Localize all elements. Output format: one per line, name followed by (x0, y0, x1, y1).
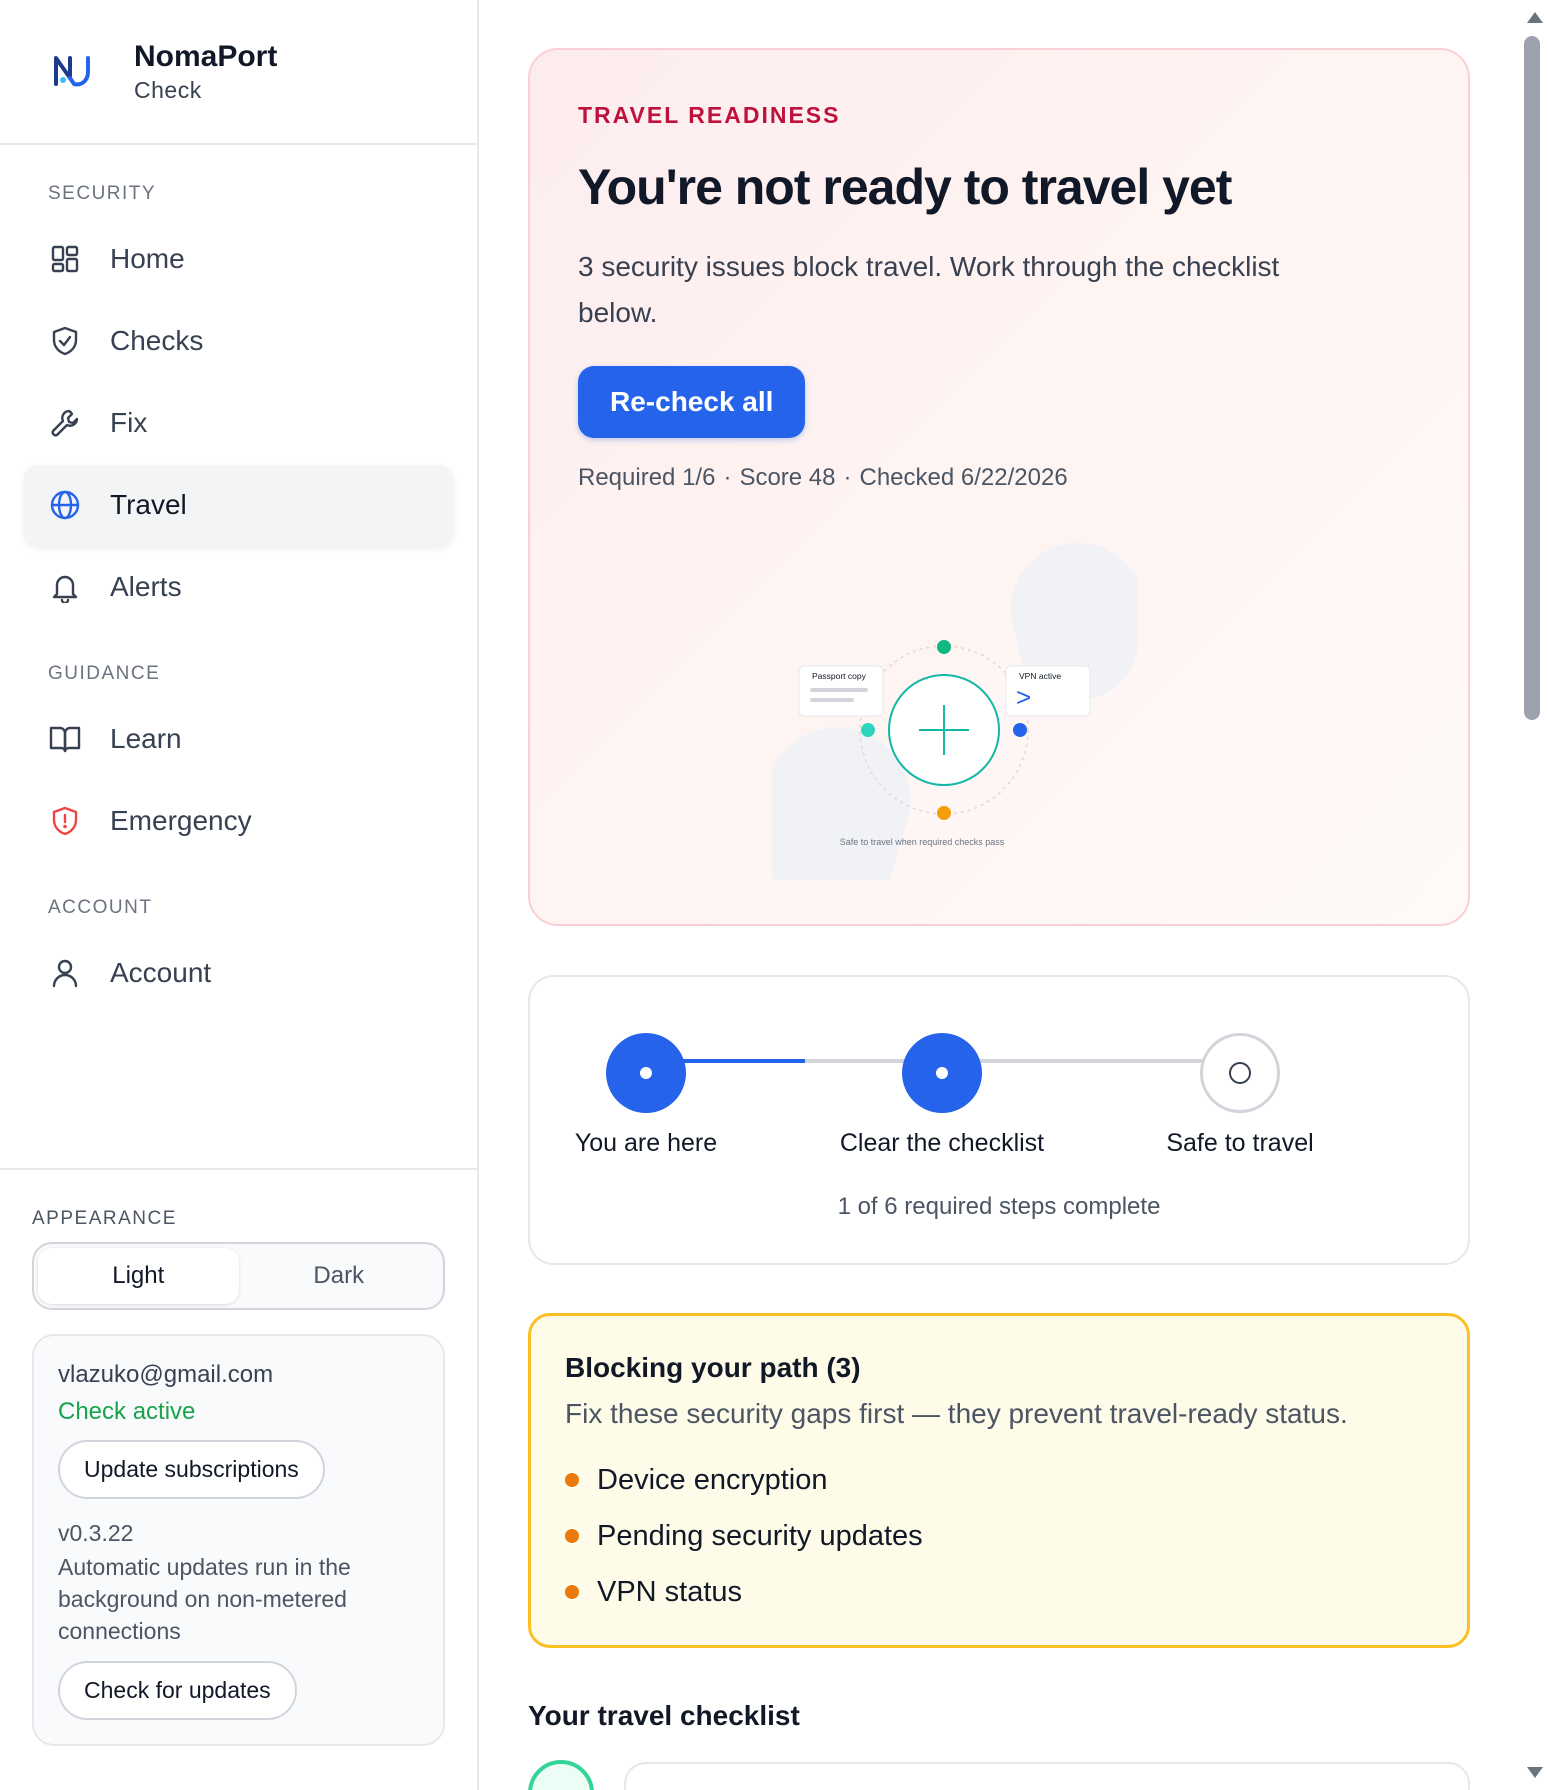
step-label: Clear the checklist (839, 1129, 1045, 1157)
sidebar-item-label: Emergency (110, 805, 252, 836)
theme-toggle: Light Dark (32, 1242, 445, 1310)
sidebar-item-label: Fix (110, 407, 148, 438)
travel-illustration: Passport copy VPN active > Safe to trave… (772, 542, 1138, 880)
nav-section-security: SECURITY (48, 183, 157, 204)
theme-light-option[interactable]: Light (38, 1248, 239, 1304)
list-item: VPN status (565, 1564, 1433, 1620)
sidebar-item-label: Learn (110, 723, 182, 754)
step-safe-to-travel (1200, 1033, 1280, 1113)
progress-fill (670, 1059, 805, 1063)
check-for-updates-button[interactable]: Check for updates (58, 1661, 297, 1720)
nomaport-logo-icon (54, 55, 90, 86)
blocking-description: Fix these security gaps first — they pre… (565, 1398, 1348, 1429)
list-item: Device encryption (565, 1452, 1433, 1508)
hero-meta: Required 1/6 · Score 48 · Checked 6/22/2… (578, 464, 1068, 492)
progress-track-2 (968, 1059, 1208, 1063)
step-label: Safe to travel (1166, 1129, 1314, 1157)
brand-name: NomaPort (134, 39, 278, 73)
bullet-dot-icon (565, 1529, 579, 1543)
page-title: You're not ready to travel yet (578, 159, 1232, 215)
score-value: Score 48 (739, 464, 836, 491)
sidebar-item-label: Alerts (110, 571, 182, 602)
account-email: vlazuko@gmail.com (58, 1361, 274, 1388)
hero-kicker: TRAVEL READINESS (578, 102, 841, 128)
sidebar-item-home[interactable]: Home (24, 219, 453, 299)
vpn-card-label: VPN active (1019, 671, 1061, 681)
step-clear-checklist (902, 1033, 982, 1113)
sidebar-nav: SECURITY Home Checks Fix Travel Alerts G… (0, 145, 477, 1013)
blocking-item-label: Pending security updates (597, 1519, 923, 1552)
sidebar-item-learn[interactable]: Learn (24, 699, 453, 779)
scroll-down-arrow-icon[interactable] (1527, 1767, 1543, 1778)
sidebar-item-alerts[interactable]: Alerts (24, 547, 453, 627)
step-label: You are here (574, 1129, 718, 1157)
update-subscriptions-button[interactable]: Update subscriptions (58, 1440, 325, 1499)
checklist-heading: Your travel checklist (528, 1700, 800, 1731)
bullet-dot-icon (565, 1473, 579, 1487)
meta-separator: · (723, 464, 732, 491)
nav-section-guidance: GUIDANCE (48, 663, 161, 684)
vpn-chevron-icon: > (1016, 682, 1031, 712)
step-you-are-here (606, 1033, 686, 1113)
bullet-dot-icon (565, 1585, 579, 1599)
vertical-scrollbar[interactable] (1519, 0, 1548, 1790)
book-open-icon (48, 722, 82, 756)
list-item: Pending security updates (565, 1508, 1433, 1564)
hero-description: 3 security issues block travel. Work thr… (578, 251, 1280, 328)
sidebar-item-account[interactable]: Account (24, 933, 453, 1013)
last-checked: Checked 6/22/2026 (859, 464, 1068, 491)
recheck-all-button[interactable]: Re-check all (578, 366, 806, 438)
required-count: Required 1/6 (578, 464, 716, 491)
blocking-list: Device encryption Pending security updat… (565, 1452, 1433, 1620)
sidebar-item-label: Account (110, 957, 212, 988)
brand-header: NomaPort Check (0, 0, 477, 145)
account-card: vlazuko@gmail.com Check active Update su… (32, 1334, 445, 1746)
illustration-caption: Safe to travel when required checks pass (840, 837, 1005, 847)
nav-section-account: ACCOUNT (48, 897, 153, 918)
meta-separator: · (843, 464, 852, 491)
main-content: TRAVEL READINESS You're not ready to tra… (479, 0, 1519, 1790)
sidebar-item-emergency[interactable]: Emergency (24, 781, 453, 861)
blocking-title: Blocking your path (3) (565, 1352, 861, 1383)
appearance-heading: APPEARANCE (32, 1208, 177, 1229)
checklist-item-card[interactable] (624, 1762, 1470, 1790)
dashboard-grid-icon (48, 242, 82, 276)
sidebar-footer: APPEARANCE Light Dark vlazuko@gmail.com … (0, 1168, 477, 1746)
blocking-item-label: Device encryption (597, 1463, 828, 1496)
wrench-icon (48, 406, 82, 440)
bell-icon (48, 570, 82, 604)
checklist-status-icon (528, 1760, 594, 1790)
sidebar-item-checks[interactable]: Checks (24, 301, 453, 381)
sidebar-item-label: Checks (110, 325, 204, 356)
scroll-up-arrow-icon[interactable] (1527, 12, 1543, 23)
user-icon (48, 956, 82, 990)
progress-summary: 1 of 6 required steps complete (837, 1193, 1161, 1220)
shield-alert-icon (48, 804, 82, 838)
travel-readiness-hero: TRAVEL READINESS You're not ready to tra… (528, 48, 1470, 926)
scroll-thumb[interactable] (1524, 36, 1540, 720)
subscription-status: Check active (58, 1398, 196, 1425)
app-version: v0.3.22 (58, 1520, 134, 1546)
globe-icon (48, 488, 82, 522)
sidebar: NomaPort Check SECURITY Home Checks Fix … (0, 0, 479, 1790)
sidebar-item-label: Home (110, 243, 185, 274)
shield-check-icon (48, 324, 82, 358)
sidebar-item-fix[interactable]: Fix (24, 383, 453, 463)
update-note: Automatic updates run in the background … (58, 1554, 351, 1644)
passport-card-label: Passport copy (812, 671, 867, 681)
brand-subtitle: Check (134, 76, 202, 103)
theme-dark-option[interactable]: Dark (239, 1248, 440, 1304)
sidebar-item-travel[interactable]: Travel (24, 465, 453, 545)
blocking-item-label: VPN status (597, 1575, 743, 1608)
sidebar-item-label: Travel (110, 489, 187, 520)
travel-progress-card: You are here Clear the checklist Safe to… (528, 975, 1470, 1265)
blocking-issues-card: Blocking your path (3) Fix these securit… (528, 1313, 1470, 1648)
